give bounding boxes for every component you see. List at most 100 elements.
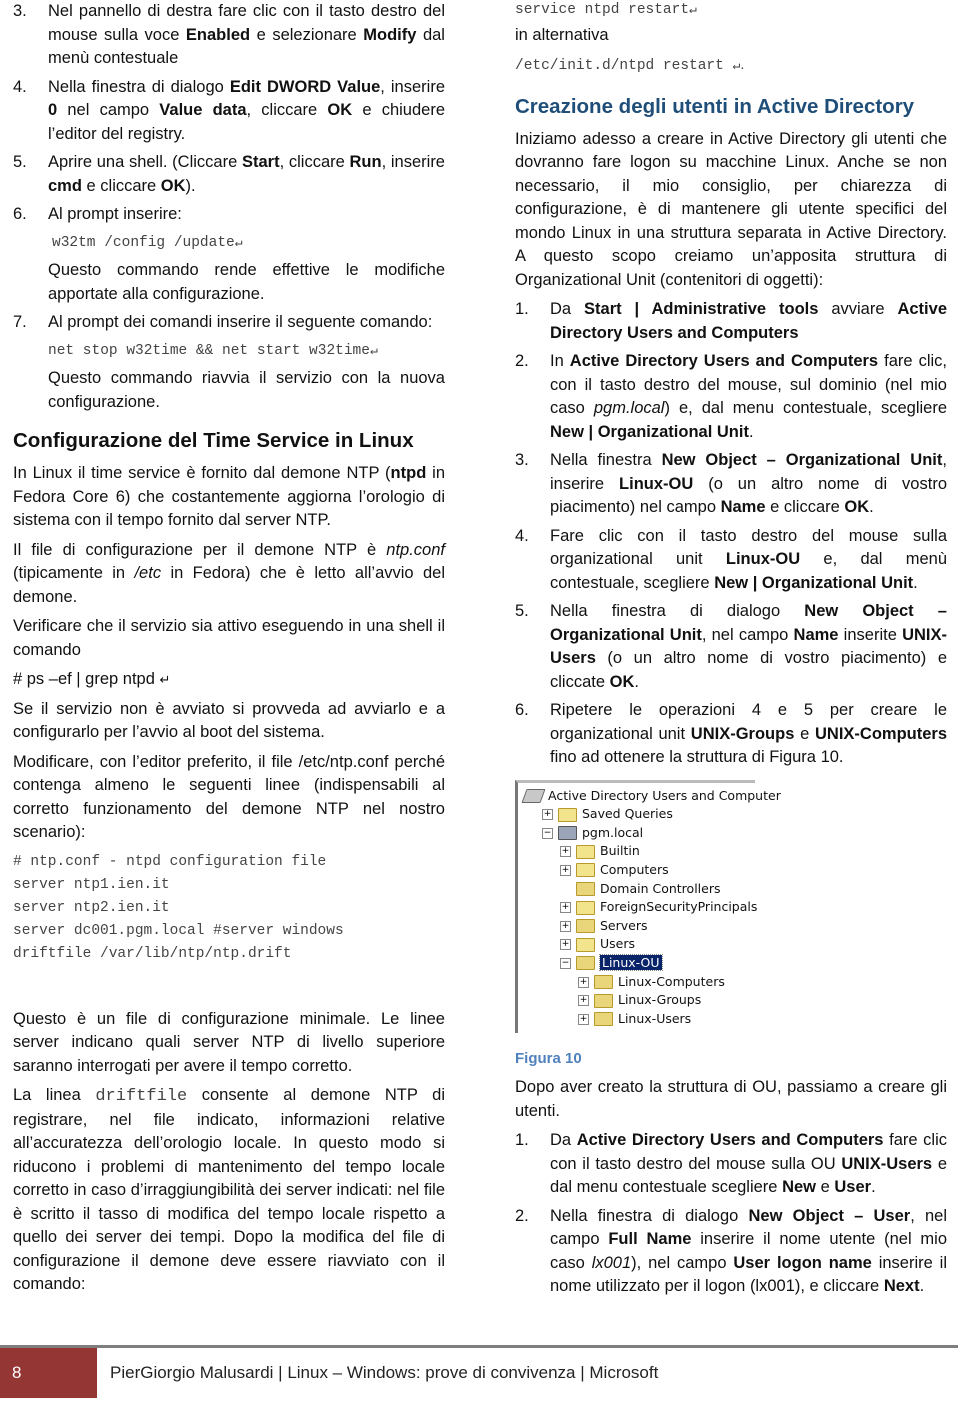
- page-footer: 8 PierGiorgio Malusardi | Linux – Window…: [0, 1345, 960, 1398]
- text-run: avviare: [818, 300, 898, 318]
- expand-icon[interactable]: +: [560, 939, 571, 951]
- ou-icon: [594, 1012, 613, 1027]
- paragraph-start-service: Se il servizio non è avviato si provveda…: [13, 699, 445, 742]
- bold-term: Full Name: [608, 1230, 692, 1248]
- config-line: server ntp1.ien.it: [13, 876, 170, 893]
- text-run: Da: [550, 300, 585, 318]
- step-2: 2. In Active Directory Users and Computer…: [515, 350, 947, 444]
- text-run: e cliccare: [81, 176, 161, 195]
- text-run: Da: [550, 1131, 577, 1149]
- paragraph-after-figure: Dopo aver creato la struttura di OU, pas…: [515, 1078, 947, 1120]
- bold-term: Modify: [363, 25, 417, 44]
- config-line: # ntp.conf - ntpd configuration file: [13, 853, 327, 870]
- tree-item[interactable]: + Linux-Computers: [578, 973, 725, 991]
- step-number: 1.: [515, 1131, 529, 1149]
- step-1: 1. Da Start | Administrative tools avviar…: [515, 298, 947, 345]
- bold-term: User: [834, 1178, 872, 1196]
- tree-item[interactable]: + Servers: [560, 917, 648, 935]
- tree-item[interactable]: + Linux-Users: [578, 1010, 691, 1028]
- folder-icon: [576, 900, 595, 915]
- tree-item[interactable]: + ForeignSecurityPrincipals: [560, 898, 757, 916]
- step-number: 6.: [515, 701, 529, 719]
- text-run: ), nel campo: [631, 1253, 734, 1272]
- text-run: fino ad ottenere la struttura di Figura …: [550, 748, 844, 766]
- tree-item[interactable]: Domain Controllers: [560, 880, 720, 898]
- tree-item[interactable]: + Computers: [560, 861, 669, 879]
- step-number: 3.: [13, 2, 27, 20]
- tree-item[interactable]: + Users: [560, 935, 635, 953]
- tree-item[interactable]: − pgm.local: [542, 824, 643, 842]
- bold-term: Value data: [159, 101, 247, 119]
- collapse-icon[interactable]: −: [542, 827, 553, 839]
- text-run: Il file di configurazione per il demone …: [13, 540, 387, 559]
- step-4: 4. Fare clic con il tasto destro del mous…: [515, 525, 947, 596]
- section-heading-ad-users: Creazione degli utenti in Active Directo…: [515, 94, 915, 118]
- italic-term: lx001: [591, 1253, 632, 1272]
- bold-term: Next: [883, 1277, 920, 1295]
- left-column: 3. Nel pannello di destra fare clic con i…: [13, 0, 445, 1303]
- command-service-restart: service ntpd restart↵: [515, 2, 697, 18]
- bold-term: Start: [241, 153, 280, 171]
- tree-item-label: Domain Controllers: [600, 880, 721, 896]
- folder-icon: [576, 937, 595, 952]
- domain-icon: [558, 826, 577, 841]
- ad-root-icon: [521, 789, 546, 803]
- tree-item[interactable]: + Builtin: [560, 842, 640, 860]
- step-number: 7.: [13, 313, 27, 331]
- italic-term: pgm.local: [593, 399, 665, 417]
- text-run: , inserire: [380, 77, 445, 96]
- step-5: 5. Nella finestra di dialogo New Object –…: [515, 600, 947, 694]
- ou-icon: [576, 956, 595, 971]
- tree-item-label: Servers: [600, 917, 648, 933]
- step-3: 3. Nel pannello di destra fare clic con i…: [13, 0, 445, 71]
- bold-term: New | Organizational Unit: [550, 422, 749, 441]
- step-2: 2. Nella finestra di dialogo New Object –…: [515, 1205, 947, 1299]
- step-number: 5.: [515, 602, 529, 620]
- text-run: ).: [185, 176, 196, 195]
- paragraph-driftfile: La linea driftfile consente al demone NT…: [13, 1086, 445, 1293]
- figure-caption: Figura 10: [515, 1049, 582, 1067]
- step-7: 7. Al prompt dei comandi inserire il seg…: [13, 311, 445, 414]
- text-run: Nella finestra di dialogo: [550, 1206, 749, 1225]
- expand-icon[interactable]: +: [560, 902, 571, 914]
- step-5: 5. Aprire una shell. (Cliccare Start, cli…: [13, 151, 445, 198]
- bold-term: Enabled: [185, 25, 251, 44]
- tree-item[interactable]: − Linux-OU: [560, 953, 663, 972]
- folder-icon: [576, 844, 595, 859]
- expand-icon[interactable]: +: [560, 864, 571, 876]
- text-run: e cliccare: [765, 498, 845, 516]
- bold-term: UNIX-Groups: [690, 724, 795, 743]
- expand-icon[interactable]: +: [560, 846, 571, 858]
- tree-item[interactable]: + Linux-Groups: [578, 991, 701, 1009]
- paragraph-ad-intro: Iniziamo adesso a creare in Active Direc…: [515, 129, 947, 289]
- expand-icon[interactable]: +: [578, 1013, 589, 1025]
- paragraph-verify: Verificare che il servizio sia attivo es…: [13, 617, 445, 659]
- expand-icon[interactable]: +: [560, 920, 571, 932]
- expand-icon[interactable]: +: [542, 809, 553, 821]
- expand-icon[interactable]: +: [578, 976, 589, 988]
- step-number: 2.: [515, 352, 529, 370]
- text-run: .: [919, 1277, 925, 1295]
- ou-icon: [576, 882, 595, 896]
- text-run: , nel campo: [701, 625, 794, 644]
- bold-term: Edit DWORD Value: [229, 77, 381, 96]
- expand-icon[interactable]: +: [578, 995, 589, 1007]
- bold-term: Name: [720, 498, 766, 516]
- tree-item[interactable]: + Saved Queries: [542, 805, 673, 823]
- bold-term: OK: [609, 672, 635, 691]
- text-run: , cliccare: [279, 153, 350, 171]
- folder-icon: [558, 807, 577, 822]
- tree-item-label: Linux-OU: [599, 953, 663, 971]
- collapse-icon[interactable]: −: [560, 957, 571, 969]
- return-icon: ↵: [159, 672, 171, 687]
- command-initd-restart: /etc/init.d/ntpd restart ↵.: [515, 56, 745, 74]
- footer-text: PierGiorgio Malusardi | Linux – Windows:…: [110, 1363, 659, 1382]
- bold-term: New Object – Organizational Unit: [661, 451, 943, 469]
- tree-item-label: Saved Queries: [582, 806, 673, 822]
- text-run: In Linux il time service è fornito dal d…: [13, 464, 391, 482]
- ou-icon: [594, 975, 613, 989]
- return-icon: ↵: [369, 342, 378, 358]
- paragraph-ntp-intro: In Linux il time service è fornito dal d…: [13, 462, 445, 533]
- step-number: 1.: [515, 300, 529, 318]
- tree-item[interactable]: Active Directory Users and Computer: [521, 787, 781, 805]
